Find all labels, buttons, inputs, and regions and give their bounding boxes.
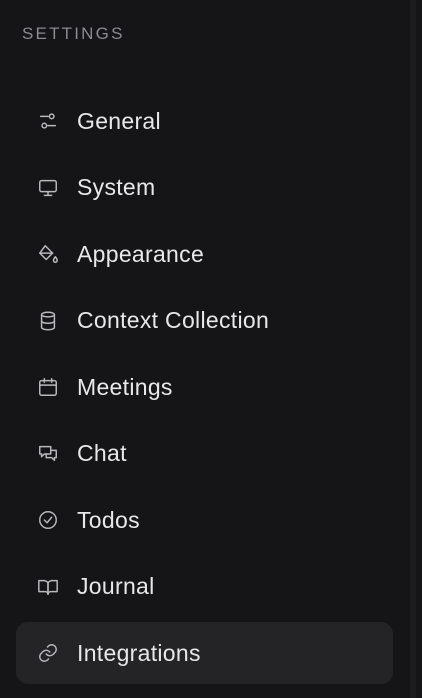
sidebar-item-label: System [77, 174, 156, 200]
sidebar-item-label: Context Collection [77, 307, 270, 333]
sidebar-item-label: Chat [77, 440, 127, 466]
chat-bubbles-icon [36, 442, 60, 466]
sidebar-item-label: Todos [77, 506, 140, 533]
settings-nav: General System Appearance Context Collec… [16, 90, 393, 689]
sidebar-item-journal[interactable]: Journal [16, 556, 393, 618]
check-circle-icon [36, 508, 60, 532]
sidebar-item-label: Appearance [77, 240, 205, 267]
sidebar-item-label: Meetings [77, 373, 173, 400]
sidebar-item-meetings[interactable]: Meetings [16, 356, 393, 418]
paint-bucket-icon [36, 242, 60, 266]
sidebar-item-appearance[interactable]: Appearance [16, 223, 393, 285]
sidebar-item-general[interactable]: General [16, 90, 393, 152]
database-icon [36, 309, 60, 333]
sidebar-item-integrations[interactable]: Integrations [16, 622, 393, 684]
book-open-icon [36, 575, 60, 599]
section-title: SETTINGS [22, 24, 125, 43]
calendar-icon [36, 375, 60, 399]
sidebar-item-context-collection[interactable]: Context Collection [16, 290, 393, 352]
link-icon [36, 641, 60, 665]
sidebar-item-todos[interactable]: Todos [16, 489, 393, 551]
sidebar-item-label: Journal [77, 573, 155, 599]
monitor-icon [36, 176, 60, 200]
sidebar-divider [410, 0, 416, 698]
settings-sidebar: SETTINGS General System Appearance Conte… [0, 0, 416, 698]
sidebar-item-system[interactable]: System [16, 157, 393, 219]
sidebar-item-label: Integrations [77, 639, 201, 666]
sidebar-item-chat[interactable]: Chat [16, 423, 393, 485]
sidebar-item-label: General [77, 107, 161, 134]
sliders-icon [36, 109, 60, 133]
